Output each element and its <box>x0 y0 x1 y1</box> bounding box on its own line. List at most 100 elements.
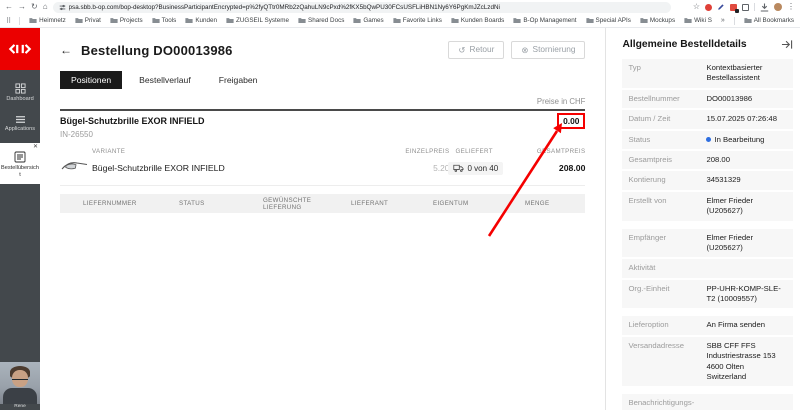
details-row: Benachrichtigungs-E-Mail <box>622 394 794 410</box>
forward-icon[interactable]: → <box>18 3 26 11</box>
annotation-highlight-box: 0.00 <box>557 113 586 130</box>
downloads-icon[interactable] <box>760 3 769 12</box>
bookmark-folder[interactable]: ZUGSEIL Systeme <box>226 17 289 24</box>
bookmarks-divider <box>19 16 21 25</box>
delivered-badge: 0 von 40 <box>448 161 504 175</box>
profile-avatar-icon[interactable] <box>774 3 782 11</box>
col-lieferant: LIEFERANT <box>351 200 389 208</box>
menu-dots-icon[interactable]: ⋮ <box>787 3 795 11</box>
details-row: Bestellnummer DO00013986 <box>622 89 794 109</box>
folder-icon <box>298 18 306 24</box>
bookmark-folder[interactable]: Shared Docs <box>298 17 344 24</box>
home-icon[interactable]: ⌂ <box>43 3 48 11</box>
details-row-value: 208.00 <box>706 154 730 164</box>
retour-button[interactable]: ↺ Retour <box>448 41 505 60</box>
bookmark-folder[interactable]: Special APIs <box>585 17 631 24</box>
sbb-logo[interactable] <box>0 28 40 70</box>
details-row-label: Status <box>628 134 651 144</box>
bookmark-star-icon[interactable]: ☆ <box>693 3 700 11</box>
back-arrow-icon[interactable]: ← <box>60 44 72 56</box>
tab-positionen[interactable]: Positionen <box>60 71 123 90</box>
site-info-icon[interactable] <box>59 4 66 11</box>
position-unit-price: 5.20 <box>433 163 450 174</box>
details-row: Erstellt von Elmer Frieder (U205627) <box>622 191 794 221</box>
back-icon[interactable]: ← <box>5 3 13 11</box>
delivery-table-header: LIEFERNUMMER STATUS GEWÜNSCHTE LIEFERUNG… <box>60 194 586 214</box>
bookmark-folder[interactable]: Favorite Links <box>393 17 442 24</box>
bookmark-folder[interactable]: Heimnetz <box>29 17 66 24</box>
bookmark-folder[interactable]: Games <box>353 17 384 24</box>
bookmark-folder[interactable]: Mockups <box>640 17 675 24</box>
stornierung-button[interactable]: ⊗ Stornierung <box>511 41 586 60</box>
details-row-label: Gesamtpreis <box>628 154 673 164</box>
position-group-id: IN-26550 <box>60 130 93 140</box>
details-row-value: 15.07.2025 07:26:48 <box>706 114 777 124</box>
app-sidebar: Dashboard Applications ✕ Bestellübersich… <box>0 28 40 410</box>
details-row: Typ Kontextbasierter Bestellassistent <box>622 59 794 88</box>
pencil-extension-icon[interactable] <box>717 3 725 11</box>
details-row-label: Lieferoption <box>628 320 669 330</box>
details-rows: Typ Kontextbasierter Bestellassistent Best… <box>622 59 794 410</box>
bookmark-folder[interactable]: Privat <box>75 17 101 24</box>
folder-icon <box>226 18 234 24</box>
folder-icon <box>75 18 83 24</box>
sidebar-item-dashboard[interactable]: Dashboard <box>0 83 40 102</box>
collapse-panel-icon[interactable] <box>781 39 793 50</box>
reload-icon[interactable]: ↻ <box>31 3 38 11</box>
all-bookmarks-button[interactable]: All Bookmarks <box>744 17 794 24</box>
sidebar-item-applications[interactable]: Applications <box>0 115 40 132</box>
col-status: STATUS <box>179 200 205 208</box>
col-menge: MENGE <box>525 200 550 208</box>
bookmark-folder[interactable]: B-Op Management <box>513 17 577 24</box>
details-row-value: 34531329 <box>706 175 741 185</box>
folder-icon <box>29 18 37 24</box>
colors-extension-icon[interactable] <box>730 3 739 13</box>
details-row: Datum / Zeit 15.07.2025 07:26:48 <box>622 110 794 129</box>
bookmarks-overflow-chevron[interactable]: » <box>721 17 725 24</box>
details-row-value: An Firma senden <box>706 320 765 330</box>
user-avatar[interactable]: Rene <box>0 362 40 410</box>
bookmark-folder[interactable]: Kunden <box>185 17 217 24</box>
delivered-count: 0 von 40 <box>467 163 499 173</box>
details-row-value: PP-UHR-KOMP-SLE-T2 (10009557) <box>706 283 781 304</box>
browser-window: ← → ↻ ⌂ psa.sbb.b-op.com/bop-desktop?Bus… <box>0 0 800 410</box>
header-buttons: ↺ Retour ⊗ Stornierung <box>448 41 586 60</box>
tab-bestellverlauf[interactable]: Bestellverlauf <box>128 71 202 89</box>
folder-icon <box>684 18 692 24</box>
return-icon: ↺ <box>458 45 466 55</box>
col-variante: VARIANTE <box>92 148 126 156</box>
position-row[interactable]: Bügel-Schutzbrille EXOR INFIELD 5.20 0 v… <box>60 158 586 187</box>
bookmark-folder[interactable]: Kunden Boards <box>451 17 504 24</box>
col-einzelpreis: EINZELPREIS <box>405 148 450 156</box>
page-title: Bestellung DO00013986 <box>81 42 233 58</box>
position-name: Bügel-Schutzbrille EXOR INFIELD <box>92 163 225 174</box>
dashboard-icon <box>14 83 26 94</box>
folder-icon <box>744 18 752 24</box>
folder-icon <box>152 18 160 24</box>
address-bar[interactable]: psa.sbb.b-op.com/bop-desktop?BusinessPar… <box>52 1 671 13</box>
col-liefernummer: LIEFERNUMMER <box>83 200 137 208</box>
bookmark-folder[interactable]: Tools <box>152 17 176 24</box>
details-row: Lieferoption An Firma senden <box>622 316 794 335</box>
close-icon[interactable]: ✕ <box>33 144 38 152</box>
details-row: Status In Bearbeitung <box>622 130 794 149</box>
folder-icon <box>353 18 362 24</box>
details-row-label: Kontierung <box>628 175 666 185</box>
details-row-value: DO00013986 <box>706 93 753 103</box>
folder-icon <box>451 18 459 24</box>
section-divider <box>60 109 586 112</box>
extension-icon[interactable] <box>742 3 749 11</box>
url-text: psa.sbb.b-op.com/bop-desktop?BusinessPar… <box>68 3 500 11</box>
details-row-label: Erstellt von <box>628 195 667 205</box>
user-photo <box>0 362 40 404</box>
details-row-label: Empfänger <box>628 232 667 242</box>
bookmark-folder[interactable]: Projects <box>110 17 143 24</box>
bookmark-folder[interactable]: Wiki Seiten <box>684 17 712 24</box>
toolbar-actions: ☆ ⋮ <box>693 3 795 13</box>
apps-grid-icon[interactable]: ⠿ <box>6 17 11 25</box>
adblock-extension-icon[interactable] <box>705 3 712 11</box>
details-row-value <box>706 398 787 410</box>
sidebar-card-bestelluebersicht[interactable]: ✕ Bestellübersicht <box>0 143 40 184</box>
tab-freigaben[interactable]: Freigaben <box>208 71 269 89</box>
status-dot <box>706 136 712 142</box>
